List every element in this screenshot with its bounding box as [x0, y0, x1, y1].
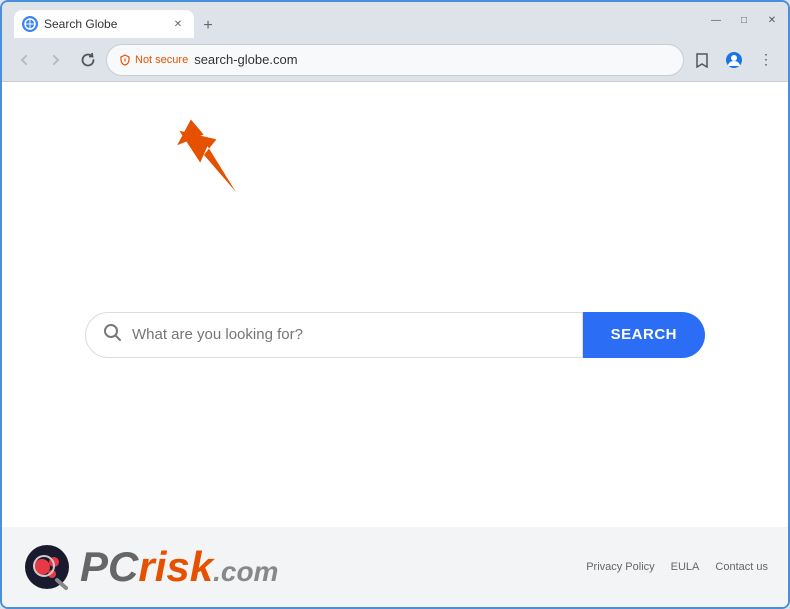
arrow-annotation: [170, 110, 260, 210]
search-section: SEARCH: [85, 312, 705, 358]
contact-us-link[interactable]: Contact us: [715, 561, 768, 573]
maximize-button[interactable]: □: [736, 12, 752, 28]
footer-links: Privacy Policy EULA Contact us: [586, 561, 768, 573]
minimize-button[interactable]: —: [708, 12, 724, 28]
security-label: Not secure: [135, 54, 188, 66]
window-controls-right: — □ ✕: [708, 12, 780, 28]
pcrisk-logo: PCrisk.com: [22, 542, 278, 592]
tab-favicon: [22, 16, 38, 32]
tab-title: Search Globe: [44, 17, 164, 31]
new-tab-button[interactable]: +: [196, 14, 220, 38]
search-input[interactable]: [132, 326, 566, 343]
close-window-button[interactable]: ✕: [764, 12, 780, 28]
bookmark-button[interactable]: [688, 46, 716, 74]
pcrisk-brand-text: PCrisk.com: [80, 543, 278, 591]
eula-link[interactable]: EULA: [671, 561, 700, 573]
page-content: SEARCH PCrisk.com Priva: [2, 82, 788, 607]
address-text: search-globe.com: [194, 52, 671, 67]
tab-close-button[interactable]: ✕: [170, 16, 186, 32]
active-tab[interactable]: Search Globe ✕: [14, 10, 194, 38]
security-badge: Not secure: [119, 54, 188, 66]
toolbar-actions: ⋮: [688, 46, 780, 74]
logo-icon: [22, 542, 72, 592]
toolbar: Not secure search-globe.com ⋮: [2, 38, 788, 82]
refresh-button[interactable]: [74, 46, 102, 74]
profile-button[interactable]: [720, 46, 748, 74]
search-icon: [102, 322, 122, 347]
privacy-policy-link[interactable]: Privacy Policy: [586, 561, 654, 573]
title-bar: Search Globe ✕ + — □ ✕: [2, 2, 788, 38]
search-button[interactable]: SEARCH: [583, 312, 705, 358]
address-bar[interactable]: Not secure search-globe.com: [106, 44, 684, 76]
back-button[interactable]: [10, 46, 38, 74]
menu-button[interactable]: ⋮: [752, 46, 780, 74]
forward-button[interactable]: [42, 46, 70, 74]
search-box: [85, 312, 583, 358]
tab-strip: Search Globe ✕ +: [14, 2, 704, 38]
footer-watermark: PCrisk.com Privacy Policy EULA Contact u…: [2, 527, 788, 607]
browser-window: Search Globe ✕ + — □ ✕ Not secu: [0, 0, 790, 609]
